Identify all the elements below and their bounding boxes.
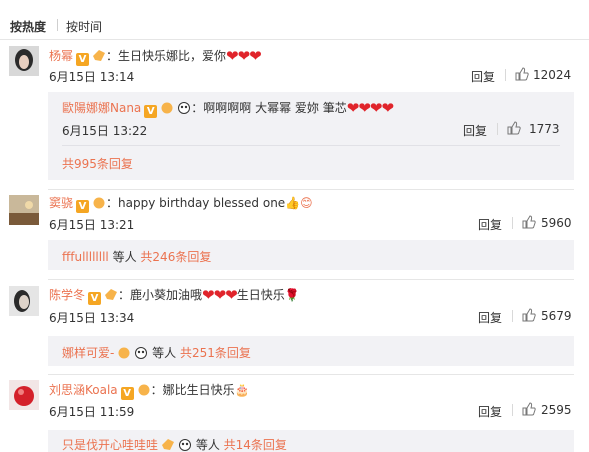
sort-by-hot-tab[interactable]: 按热度 bbox=[10, 18, 46, 35]
panda-badge-icon bbox=[178, 102, 191, 114]
comment-time: 6月15日 13:34 bbox=[49, 311, 135, 325]
action-separator bbox=[512, 404, 513, 416]
reply-button[interactable]: 回复 bbox=[471, 68, 495, 85]
like-count: 12024 bbox=[533, 68, 572, 82]
action-separator bbox=[512, 217, 513, 229]
others-label: 等人 bbox=[148, 346, 180, 360]
comment-text: ：鹿小葵加油哦 bbox=[118, 288, 203, 302]
rose-emoji-icon: 🌹 bbox=[284, 288, 300, 302]
sub-reply-box: fffullllllll 等人 共246条回复 bbox=[48, 240, 574, 270]
sort-separator bbox=[57, 19, 58, 31]
reply-user-name[interactable]: fffullllllll bbox=[62, 250, 109, 264]
sub-reply-author-name[interactable]: 歐陽娜娜Nana bbox=[62, 101, 141, 115]
more-replies-row: fffullllllll 等人 共246条回复 bbox=[62, 248, 211, 265]
member-badge-icon bbox=[105, 289, 118, 300]
comment-time: 6月15日 11:59 bbox=[49, 405, 135, 419]
verified-badge-icon: V bbox=[144, 105, 158, 118]
more-replies-row: 只是伐开心哇哇哇 等人 共14条回复 bbox=[62, 436, 287, 452]
smile-emoji-icon: 😊 bbox=[300, 196, 313, 210]
reply-user-name[interactable]: 只是伐开心哇哇哇 bbox=[62, 438, 158, 452]
cake-emoji-icon: 🎂 bbox=[234, 383, 250, 397]
member-badge-icon bbox=[118, 347, 130, 359]
sub-reply-time: 6月15日 13:22 bbox=[62, 124, 148, 138]
comment-item: 刘思涵Koala V ：娜比生日快乐🎂 6月15日 11:59 回复 2595 只是… bbox=[0, 374, 589, 452]
sub-reply-like-count: 1773 bbox=[529, 122, 560, 136]
author-name[interactable]: 刘思涵Koala bbox=[49, 383, 118, 397]
heart-emoji-icon: ❤❤❤❤ bbox=[346, 99, 394, 117]
thumbs-up-icon[interactable] bbox=[522, 402, 536, 416]
comment-text: ：娜比生日快乐 bbox=[150, 383, 235, 397]
reply-user-name[interactable]: 娜样可爱- bbox=[62, 346, 114, 360]
like-count: 5960 bbox=[541, 216, 572, 230]
member-badge-icon bbox=[138, 384, 150, 396]
more-replies-link[interactable]: 共995条回复 bbox=[62, 155, 133, 172]
comment-text: ：happy birthday blessed one bbox=[106, 196, 286, 210]
author-name[interactable]: 窦骁 bbox=[49, 196, 73, 210]
comment-item: 窦骁 V ：happy birthday blessed one👍😊 6月15日 1… bbox=[0, 190, 589, 280]
avatar[interactable] bbox=[9, 46, 39, 76]
comment-item: 陈学冬 V ：鹿小葵加油哦❤❤❤生日快乐🌹 6月15日 13:34 回复 5679 … bbox=[0, 280, 589, 375]
sub-reply-text: ：啊啊啊啊 大幂幂 爱妳 筆芯 bbox=[191, 101, 347, 115]
reply-button[interactable]: 回复 bbox=[478, 216, 502, 233]
avatar[interactable] bbox=[9, 195, 39, 225]
comment-header: 刘思涵Koala V ：娜比生日快乐🎂 bbox=[49, 381, 250, 400]
more-replies-link[interactable]: 共251条回复 bbox=[180, 346, 251, 360]
sort-bar: 按热度 按时间 bbox=[0, 0, 589, 40]
heart-emoji-icon: ❤❤❤ bbox=[202, 286, 238, 304]
sort-by-time-tab[interactable]: 按时间 bbox=[66, 18, 102, 35]
sub-reply-box: 只是伐开心哇哇哇 等人 共14条回复 bbox=[48, 430, 574, 452]
reply-button[interactable]: 回复 bbox=[478, 403, 502, 420]
comment-text-suffix: 生日快乐 bbox=[236, 288, 285, 302]
more-replies-row: 娜样可爱- 等人 共251条回复 bbox=[62, 344, 251, 361]
others-label: 等人 bbox=[192, 438, 224, 452]
more-replies-link[interactable]: 共14条回复 bbox=[224, 438, 287, 452]
sub-reply-reply-button[interactable]: 回复 bbox=[463, 122, 487, 139]
action-separator bbox=[512, 310, 513, 322]
heart-emoji-icon: ❤❤❤ bbox=[226, 47, 262, 65]
sub-box-divider bbox=[62, 145, 560, 146]
member-badge-icon bbox=[93, 50, 106, 61]
sub-reply-box: 娜样可爱- 等人 共251条回复 bbox=[48, 336, 574, 366]
comment-header: 陈学冬 V ：鹿小葵加油哦❤❤❤生日快乐🌹 bbox=[49, 286, 300, 305]
comment-time: 6月15日 13:21 bbox=[49, 218, 135, 232]
author-name[interactable]: 杨幂 bbox=[49, 49, 73, 63]
member-badge-icon bbox=[93, 197, 105, 209]
author-name[interactable]: 陈学冬 bbox=[49, 288, 85, 302]
comment-time: 6月15日 13:14 bbox=[49, 70, 135, 84]
verified-badge-icon: V bbox=[76, 53, 90, 66]
thumbs-up-icon[interactable] bbox=[522, 308, 536, 322]
panda-badge-icon bbox=[179, 439, 192, 451]
verified-badge-icon: V bbox=[88, 292, 102, 305]
thumbs-up-icon[interactable] bbox=[515, 67, 529, 81]
avatar[interactable] bbox=[9, 286, 39, 316]
like-count: 5679 bbox=[541, 309, 572, 323]
like-count: 2595 bbox=[541, 403, 572, 417]
avatar[interactable] bbox=[9, 380, 39, 410]
action-separator bbox=[505, 69, 506, 81]
comment-header: 窦骁 V ：happy birthday blessed one👍😊 bbox=[49, 194, 313, 213]
sub-reply-header: 歐陽娜娜Nana V ：啊啊啊啊 大幂幂 爱妳 筆芯❤❤❤❤ bbox=[62, 99, 394, 118]
member-badge-icon bbox=[161, 102, 173, 114]
verified-badge-icon: V bbox=[120, 387, 134, 400]
thumbs-up-emoji-icon: 👍 bbox=[285, 196, 301, 210]
panda-badge-icon bbox=[135, 347, 148, 359]
sub-reply-box: 歐陽娜娜Nana V ：啊啊啊啊 大幂幂 爱妳 筆芯❤❤❤❤ 6月15日 13:22… bbox=[48, 92, 574, 180]
comment-text: ：生日快乐娜比，爱你 bbox=[106, 49, 227, 63]
member-badge-icon bbox=[162, 439, 175, 450]
action-separator bbox=[497, 123, 498, 135]
more-replies-link[interactable]: 共246条回复 bbox=[140, 250, 211, 264]
comment-header: 杨幂 V ：生日快乐娜比，爱你❤❤❤ bbox=[49, 47, 262, 66]
thumbs-up-icon[interactable] bbox=[522, 215, 536, 229]
comment-item: 杨幂 V ：生日快乐娜比，爱你❤❤❤ 6月15日 13:14 回复 12024 歐陽… bbox=[0, 40, 589, 190]
others-label: 等人 bbox=[108, 250, 141, 264]
verified-badge-icon: V bbox=[76, 200, 90, 213]
reply-button[interactable]: 回复 bbox=[478, 309, 502, 326]
thumbs-up-icon[interactable] bbox=[507, 121, 521, 135]
